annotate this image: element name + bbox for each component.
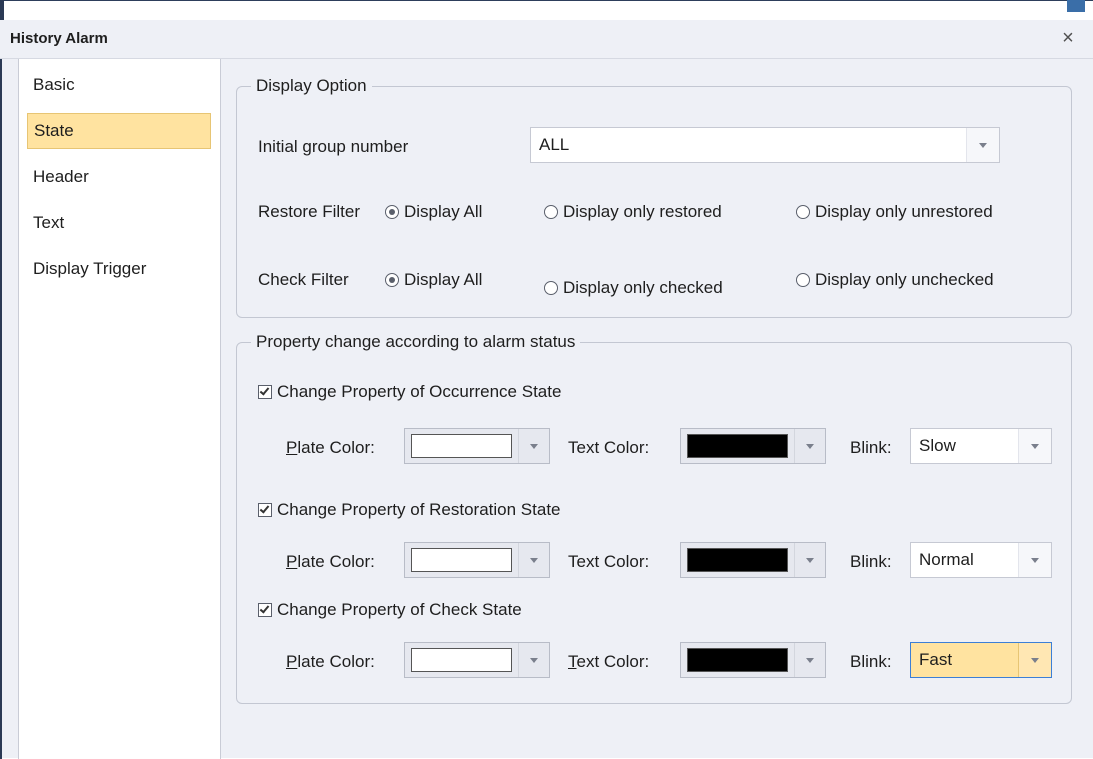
radio-label: Display All [404, 202, 483, 221]
text-color-label: Text Color: [568, 552, 650, 571]
background-window-frame [0, 0, 4, 20]
plate-color-picker[interactable] [404, 542, 550, 578]
category-nav: Basic State Header Text Display Trigger [18, 59, 221, 759]
blink-label: Blink: [850, 652, 892, 671]
plate-color-swatch [411, 434, 512, 458]
restoration-state-label: Change Property of Restoration State [277, 500, 561, 519]
text-color-picker[interactable] [680, 542, 826, 578]
nav-item-header[interactable]: Header [27, 159, 211, 195]
blink-label: Blink: [850, 552, 892, 571]
restore-filter-label: Restore Filter [258, 202, 361, 221]
text-color-swatch [687, 434, 788, 458]
checkbox-checked-icon[interactable] [258, 602, 272, 617]
radio-icon[interactable] [796, 204, 810, 219]
blink-select-focused[interactable]: Fast [910, 642, 1052, 678]
plate-color-label: Plate Color: [286, 652, 375, 671]
close-icon[interactable]: × [1057, 27, 1079, 49]
check-filter-only-checked[interactable]: Display only checked [544, 278, 723, 298]
dialog-title: History Alarm [10, 30, 108, 47]
plate-color-label: Plate Color: [286, 552, 375, 571]
radio-icon[interactable] [544, 280, 558, 295]
checkbox-checked-icon[interactable] [258, 502, 272, 517]
background-window-edge [0, 0, 1093, 1]
chevron-down-icon[interactable] [794, 543, 825, 577]
restore-filter-only-unrestored[interactable]: Display only unrestored [796, 202, 993, 222]
history-alarm-dialog: History Alarm × Basic State Header Text … [0, 20, 1093, 759]
plate-color-picker[interactable] [404, 642, 550, 678]
chevron-down-icon[interactable] [1018, 543, 1051, 577]
restore-filter-display-all[interactable]: Display All [385, 202, 482, 222]
radio-icon[interactable] [796, 272, 810, 287]
check-filter-only-unchecked[interactable]: Display only unchecked [796, 270, 994, 290]
blink-value: Normal [919, 550, 974, 569]
radio-icon[interactable] [544, 204, 558, 219]
title-bar: History Alarm × [0, 20, 1093, 59]
text-color-label: Text Color: [568, 652, 650, 671]
occurrence-state-checkbox[interactable]: Change Property of Occurrence State [258, 382, 561, 402]
check-filter-display-all[interactable]: Display All [385, 270, 482, 290]
text-color-picker[interactable] [680, 642, 826, 678]
plate-color-swatch [411, 548, 512, 572]
plate-color-picker[interactable] [404, 428, 550, 464]
check-state-checkbox[interactable]: Change Property of Check State [258, 600, 522, 620]
check-state-label: Change Property of Check State [277, 600, 522, 619]
checkbox-checked-icon[interactable] [258, 384, 272, 399]
check-filter-label: Check Filter [258, 270, 349, 289]
display-option-legend: Display Option [256, 76, 367, 95]
chevron-down-icon[interactable] [1018, 429, 1051, 463]
blink-label: Blink: [850, 438, 892, 457]
radio-label: Display only restored [563, 202, 722, 221]
blink-value: Fast [919, 650, 953, 669]
property-change-legend: Property change according to alarm statu… [256, 332, 576, 351]
background-window-control [1067, 0, 1085, 12]
plate-color-label: Plate Color: [286, 438, 375, 457]
blink-value: Slow [919, 436, 956, 455]
text-color-swatch [687, 648, 788, 672]
chevron-down-icon[interactable] [794, 429, 825, 463]
chevron-down-icon[interactable] [518, 429, 549, 463]
nav-item-display-trigger[interactable]: Display Trigger [27, 251, 211, 287]
radio-label: Display All [404, 270, 483, 289]
chevron-down-icon[interactable] [966, 128, 999, 162]
initial-group-select[interactable]: ALL [530, 127, 1000, 163]
radio-label: Display only checked [563, 278, 723, 297]
initial-group-label: Initial group number [258, 137, 409, 156]
radio-selected-icon[interactable] [385, 204, 399, 219]
blink-select[interactable]: Normal [910, 542, 1052, 578]
text-color-picker[interactable] [680, 428, 826, 464]
nav-item-text[interactable]: Text [27, 205, 211, 241]
restore-filter-only-restored[interactable]: Display only restored [544, 202, 722, 222]
blink-select[interactable]: Slow [910, 428, 1052, 464]
chevron-down-icon[interactable] [1018, 643, 1051, 677]
nav-item-state[interactable]: State [27, 113, 211, 149]
plate-color-swatch [411, 648, 512, 672]
text-color-label: Text Color: [568, 438, 650, 457]
radio-selected-icon[interactable] [385, 272, 399, 287]
background-window-strip [0, 0, 1093, 20]
restoration-state-checkbox[interactable]: Change Property of Restoration State [258, 500, 561, 520]
radio-label: Display only unchecked [815, 270, 994, 289]
chevron-down-icon[interactable] [518, 543, 549, 577]
window-left-frame [0, 59, 2, 759]
initial-group-value: ALL [539, 135, 570, 154]
nav-item-basic[interactable]: Basic [27, 67, 211, 103]
radio-label: Display only unrestored [815, 202, 993, 221]
chevron-down-icon[interactable] [518, 643, 549, 677]
text-color-swatch [687, 548, 788, 572]
chevron-down-icon[interactable] [794, 643, 825, 677]
occurrence-state-label: Change Property of Occurrence State [277, 382, 562, 401]
